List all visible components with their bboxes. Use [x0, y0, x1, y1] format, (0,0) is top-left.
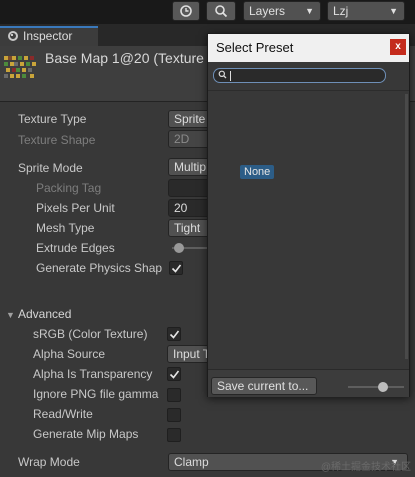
watermark-text: @稀土掘金技术社区 — [320, 462, 411, 473]
alpha-transparency-label: Alpha Is Transparency — [33, 367, 153, 381]
popup-scrollbar[interactable] — [405, 94, 408, 359]
check-icon — [169, 330, 180, 339]
chevron-down-icon: ▼ — [305, 6, 314, 16]
select-preset-window: Select Preset x None Save current to... — [207, 33, 410, 397]
generate-mip-maps-checkbox[interactable] — [167, 428, 181, 442]
layout-label: Lzj — [333, 4, 349, 18]
preset-item-none[interactable]: None — [240, 165, 275, 179]
asset-title: Base Map 1@20 (Texture — [45, 50, 204, 66]
preset-size-slider-knob[interactable] — [378, 382, 388, 392]
layout-dropdown[interactable]: Lzj ▼ — [327, 1, 405, 21]
search-icon — [215, 5, 228, 18]
tab-inspector[interactable]: Inspector — [0, 26, 98, 46]
read-write-checkbox[interactable] — [167, 408, 181, 422]
chevron-down-icon: ▼ — [389, 6, 398, 16]
history-button[interactable] — [172, 1, 200, 21]
search-button[interactable] — [206, 1, 236, 21]
pixels-per-unit-label: Pixels Per Unit — [36, 201, 115, 215]
alpha-transparency-checkbox[interactable] — [167, 367, 181, 381]
packing-tag-label: Packing Tag — [36, 181, 102, 195]
texture-shape-label: Texture Shape — [18, 133, 96, 147]
preset-size-slider[interactable] — [348, 386, 404, 388]
top-toolbar: Layers ▼ Lzj ▼ — [0, 0, 415, 24]
divider — [208, 90, 409, 91]
close-button[interactable]: x — [390, 39, 406, 55]
generate-mip-maps-label: Generate Mip Maps — [33, 427, 139, 441]
advanced-section-label[interactable]: Advanced — [18, 307, 71, 321]
texture-type-label: Texture Type — [18, 112, 87, 126]
alpha-source-label: Alpha Source — [33, 347, 106, 361]
tab-label: Inspector — [23, 29, 73, 43]
history-icon — [180, 5, 192, 17]
popup-title: Select Preset — [216, 40, 294, 55]
search-icon — [218, 70, 227, 79]
save-current-button[interactable]: Save current to... — [211, 377, 317, 395]
srgb-checkbox[interactable] — [167, 327, 181, 341]
extrude-edges-slider-knob[interactable] — [174, 243, 184, 253]
info-icon — [8, 31, 18, 41]
read-write-label: Read/Write — [33, 407, 93, 421]
mesh-type-label: Mesh Type — [36, 221, 95, 235]
layers-label: Layers — [249, 4, 286, 18]
extrude-edges-label: Extrude Edges — [36, 241, 115, 255]
popup-footer: Save current to... — [208, 369, 409, 397]
check-icon — [171, 264, 182, 273]
srgb-label: sRGB (Color Texture) — [33, 327, 148, 341]
popup-title-bar: Select Preset x — [208, 34, 409, 62]
texture-thumbnail-icon — [4, 52, 38, 86]
ignore-png-gamma-checkbox[interactable] — [167, 388, 181, 402]
text-caret — [230, 71, 231, 81]
generate-physics-checkbox[interactable] — [169, 261, 183, 275]
sprite-mode-label: Sprite Mode — [18, 161, 83, 175]
wrap-mode-label: Wrap Mode — [18, 455, 80, 469]
check-icon — [169, 370, 180, 379]
generate-physics-label: Generate Physics Shap — [36, 261, 163, 275]
advanced-foldout-arrow-icon[interactable]: ▼ — [6, 310, 15, 320]
preset-search-input[interactable] — [213, 68, 386, 83]
layers-dropdown[interactable]: Layers ▼ — [243, 1, 321, 21]
ignore-png-gamma-label: Ignore PNG file gamma — [33, 387, 159, 401]
wrap-mode-value: Clamp — [174, 455, 209, 469]
